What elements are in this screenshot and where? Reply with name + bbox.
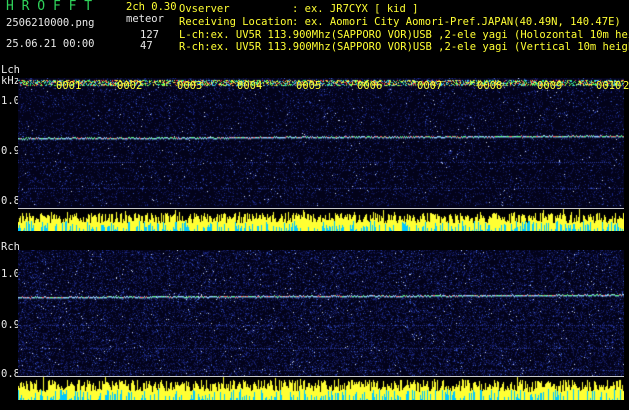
- filename: 2506210000.png: [6, 17, 95, 29]
- time-marker: 0009: [537, 80, 563, 92]
- lch-guide-line: [18, 208, 624, 209]
- time-marker: 0003: [177, 80, 203, 92]
- time-marker: 0001: [56, 80, 82, 92]
- datetime: 25.06.21 00:00: [6, 38, 95, 50]
- time-marker: 2: [623, 80, 629, 92]
- time-marker: 0004: [237, 80, 263, 92]
- time-marker: 0007: [417, 80, 443, 92]
- observer-label: Ovserver: [179, 3, 230, 15]
- rch-count: 47: [140, 40, 153, 52]
- mode-label: meteor: [126, 13, 164, 25]
- version-label: 2ch 0.30: [126, 1, 177, 13]
- app-logo: H R O F F T: [6, 0, 93, 14]
- location-label: Receiving Location: [179, 16, 293, 28]
- time-marker: 0005: [296, 80, 322, 92]
- rch-info: R-ch:ex. UV5R 113.900Mhz(SAPPORO VOR)USB…: [179, 41, 629, 53]
- observer-value: : ex. JR7CYX [ kid ]: [292, 3, 419, 15]
- rch-guide-line: [18, 376, 624, 377]
- location-value: : ex. Aomori City Aomori-Pref.JAPAN(40.4…: [292, 16, 621, 28]
- time-marker: 0010: [596, 80, 622, 92]
- time-marker: 0006: [357, 80, 383, 92]
- time-marker: 0008: [477, 80, 503, 92]
- lch-info: L-ch:ex. UV5R 113.900Mhz(SAPPORO VOR)USB…: [179, 29, 629, 41]
- time-marker: 0002: [117, 80, 143, 92]
- rch-spectrogram: [18, 250, 624, 400]
- rch-waterfall: [18, 250, 624, 400]
